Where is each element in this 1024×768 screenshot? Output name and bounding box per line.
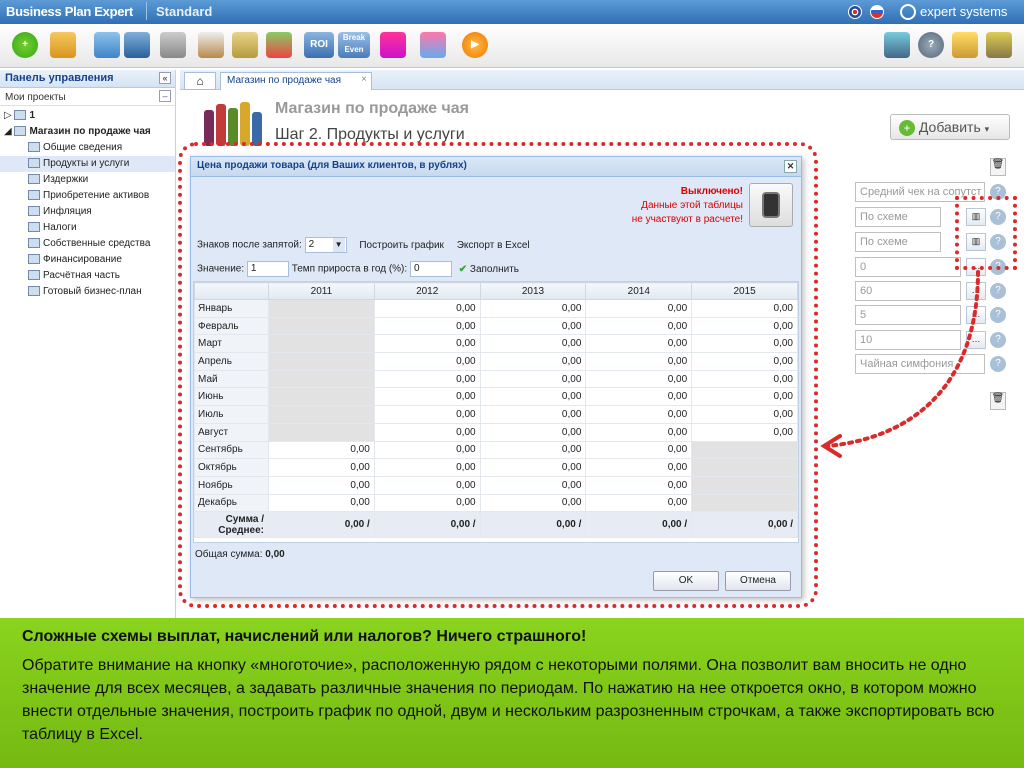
money-bag-icon[interactable] — [232, 32, 258, 58]
field-price-scheme[interactable]: По схеме — [855, 207, 941, 227]
title-bar: Business Plan Expert Standard expert sys… — [0, 0, 1024, 24]
tree-item-label: Расчётная часть — [43, 270, 120, 281]
tree-item-taxes[interactable]: Налоги — [0, 220, 175, 236]
callout-arrow-icon — [820, 270, 980, 458]
tree-arrow-icon[interactable]: ▷ — [4, 110, 14, 121]
costs-icon — [28, 174, 40, 185]
highlight-buttons-outline — [955, 196, 1017, 270]
exit-icon[interactable] — [986, 32, 1012, 58]
tree-item-label: Собственные средства — [43, 238, 151, 249]
russian-flag-icon[interactable] — [870, 5, 884, 19]
tree-item-label: Продукты и услуги — [43, 158, 130, 169]
field-volume-scheme[interactable]: По схеме — [855, 232, 941, 252]
add-button[interactable]: + Добавить ▾ — [890, 114, 1010, 140]
collapse-panel-button[interactable]: « — [159, 72, 171, 84]
tree-item-label: Приобретение активов — [43, 190, 150, 201]
general-info-icon — [28, 142, 40, 153]
main-toolbar: + ROI Break Even ▶ ? — [0, 24, 1024, 68]
tree-item-inflation[interactable]: Инфляция — [0, 204, 175, 220]
arrows-icon[interactable] — [266, 32, 292, 58]
page-title: Магазин по продаже чая — [275, 100, 470, 117]
projects-label: Мои проекты — [5, 92, 66, 103]
tree-item-label: Готовый бизнес-план — [43, 286, 142, 297]
highlight-dialog-outline — [178, 142, 818, 608]
open-folder-icon[interactable] — [50, 32, 76, 58]
help-icon[interactable]: ? — [990, 332, 1006, 348]
save-icon[interactable] — [124, 32, 150, 58]
tree-item-tea-shop[interactable]: ◢ Магазин по продаже чая — [0, 124, 175, 140]
tree-item-products[interactable]: Продукты и услуги — [0, 156, 175, 172]
tree-item-equity[interactable]: Собственные средства — [0, 236, 175, 252]
app-name: Business Plan Expert — [6, 4, 133, 19]
copy-icon[interactable] — [94, 32, 120, 58]
collapse-projects-button[interactable]: – — [159, 90, 171, 102]
tree-arrow-icon[interactable]: ◢ — [4, 126, 14, 137]
tree-item-costs[interactable]: Издержки — [0, 172, 175, 188]
delete-row-icon[interactable]: 🗑 — [990, 158, 1006, 176]
info-callout: Сложные схемы выплат, начислений или нал… — [0, 618, 1024, 768]
assets-icon — [28, 190, 40, 201]
calculation-icon — [28, 270, 40, 281]
tab-home[interactable]: ⌂ — [184, 72, 216, 90]
project-icon — [14, 126, 27, 137]
financing-icon — [28, 254, 40, 265]
products-illustration-icon — [204, 102, 262, 146]
tree-item-label: Инфляция — [43, 206, 92, 217]
app-edition: Standard — [156, 4, 213, 19]
callout-text: Обратите внимание на кнопку «многоточие»… — [22, 657, 995, 743]
equity-icon — [28, 238, 40, 249]
puzzle-icon[interactable] — [420, 32, 446, 58]
tree-item-general[interactable]: Общие сведения — [0, 140, 175, 156]
home-icon: ⌂ — [196, 74, 204, 88]
inflation-icon — [28, 206, 40, 217]
tree-item-label: 1 — [29, 110, 36, 121]
products-icon — [28, 158, 40, 169]
delete-row-icon[interactable]: 🗑 — [990, 392, 1006, 410]
tab-bar: ⌂ Магазин по продаже чая × — [180, 70, 1024, 90]
control-panel-header: Панель управления « — [0, 70, 175, 88]
tree-item-label: Общие сведения — [43, 142, 123, 153]
edit-icon[interactable] — [952, 32, 978, 58]
taxes-icon — [28, 222, 40, 233]
delete-project-icon[interactable] — [160, 32, 186, 58]
control-panel-title: Панель управления — [5, 72, 114, 84]
tab-close-icon[interactable]: × — [361, 74, 367, 85]
tree-item-financing[interactable]: Финансирование — [0, 252, 175, 268]
brand-name: expert systems — [920, 4, 1008, 19]
scales-icon[interactable] — [198, 32, 224, 58]
tree-item-assets[interactable]: Приобретение активов — [0, 188, 175, 204]
tree-item-label: Налоги — [43, 222, 77, 233]
help-icon[interactable]: ? — [990, 307, 1006, 323]
tree-item-project-1[interactable]: ▷ 1 — [0, 108, 175, 124]
tree-item-label: Магазин по продаже чая — [29, 126, 151, 137]
project-tree: ▷ 1 ◢ Магазин по продаже чая Общие сведе… — [0, 106, 175, 302]
control-panel: Панель управления « Мои проекты – ▷ 1 ◢ … — [0, 70, 176, 618]
project-icon — [14, 110, 27, 121]
play-icon[interactable]: ▶ — [462, 32, 488, 58]
help-icon[interactable]: ? — [990, 283, 1006, 299]
dropdown-arrow-icon: ▾ — [984, 124, 990, 134]
tab-project[interactable]: Магазин по продаже чая × — [220, 72, 372, 90]
tree-item-ready-plan[interactable]: Готовый бизнес-план — [0, 284, 175, 300]
tab-project-label: Магазин по продаже чая — [227, 75, 342, 86]
help-icon[interactable]: ? — [990, 356, 1006, 372]
tree-item-label: Финансирование — [43, 254, 122, 265]
new-project-icon[interactable]: + — [12, 32, 38, 58]
tree-item-label: Издержки — [43, 174, 89, 185]
business-plan-icon — [28, 286, 40, 297]
help-icon[interactable]: ? — [918, 32, 944, 58]
callout-title: Сложные схемы выплат, начислений или нал… — [22, 628, 587, 645]
title-separator — [146, 2, 147, 20]
risks-icon[interactable] — [380, 32, 406, 58]
english-flag-icon[interactable] — [848, 5, 862, 19]
add-icon: + — [899, 120, 915, 136]
add-button-label: Добавить — [918, 119, 981, 135]
users-icon[interactable] — [884, 32, 910, 58]
brand-logo-icon — [900, 4, 916, 20]
break-even-icon[interactable]: Break Even — [338, 32, 370, 58]
tree-item-calculation[interactable]: Расчётная часть — [0, 268, 175, 284]
roi-icon[interactable]: ROI — [304, 32, 334, 58]
projects-header: Мои проекты – — [0, 88, 175, 106]
